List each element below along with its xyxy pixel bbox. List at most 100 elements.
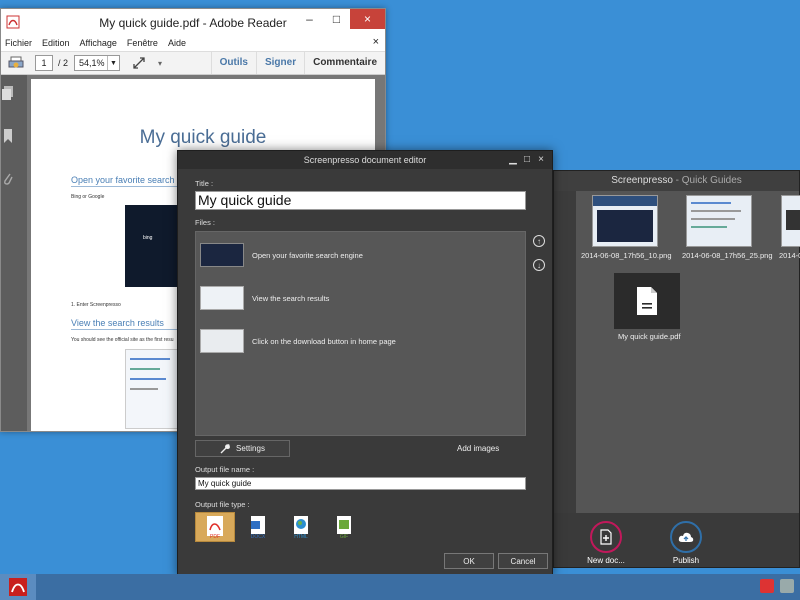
wrench-icon	[220, 443, 230, 453]
print-icon[interactable]	[7, 55, 25, 71]
pdf-caption: Bing or Google	[71, 194, 105, 200]
file-name: Open your favorite search engine	[252, 250, 363, 260]
thumbnail[interactable]	[686, 195, 752, 247]
cancel-button[interactable]: Cancel	[498, 553, 548, 569]
page-number-input[interactable]: 1	[35, 55, 53, 71]
minimize-button[interactable]: –	[296, 9, 323, 29]
files-label: Files :	[195, 218, 216, 227]
menu-fichier[interactable]: Fichier	[5, 38, 32, 48]
new-doc-action[interactable]: New doc...	[584, 521, 628, 565]
list-item[interactable]: View the search results	[200, 285, 520, 311]
reader-toolbar: 1 / 2 54,1% ▼ ▾ Outils Signer Commentair…	[1, 51, 385, 75]
move-down-icon[interactable]: ↓	[533, 259, 545, 271]
page-total: / 2	[58, 58, 69, 68]
pdf-file-label: My quick guide.pdf	[618, 332, 681, 341]
ok-button[interactable]: OK	[444, 553, 494, 569]
html-icon: HTML	[294, 516, 308, 539]
reader-side-panel	[1, 75, 27, 431]
list-item[interactable]: Click on the download button in home pag…	[200, 328, 520, 354]
comment-button[interactable]: Commentaire	[304, 52, 385, 74]
sign-button[interactable]: Signer	[255, 52, 304, 74]
docx-icon: DOCX	[251, 516, 266, 539]
thumbnail-label: 2014-0	[779, 251, 800, 260]
system-tray	[754, 579, 794, 593]
publish-label: Publish	[672, 556, 700, 565]
close-button[interactable]: ×	[350, 9, 385, 29]
new-doc-label: New doc...	[587, 556, 625, 565]
bookmark-icon[interactable]	[1, 128, 15, 144]
screenpresso-left-bar	[554, 191, 576, 513]
adobe-reader-icon	[9, 578, 27, 596]
pages-icon[interactable]	[1, 85, 15, 101]
cloud-upload-icon	[670, 521, 702, 553]
reader-menubar: Fichier Edition Affichage Fenêtre Aide ×	[1, 35, 385, 51]
output-type-picker: PDF DOCX HTML GIF	[195, 512, 367, 542]
pdf-file-icon	[637, 287, 657, 315]
tools-button[interactable]: Outils	[210, 52, 256, 74]
attachment-icon[interactable]	[1, 171, 15, 187]
pdf-file-tile[interactable]	[614, 273, 680, 329]
minimize-button[interactable]: ▁	[506, 151, 520, 169]
new-doc-icon	[590, 521, 622, 553]
svg-text:HTML: HTML	[294, 534, 308, 539]
screenpresso-titlebar: Screenpresso - Quick Guides	[554, 171, 799, 191]
publish-action[interactable]: Publish	[664, 521, 708, 565]
maximize-button[interactable]: □	[520, 151, 534, 169]
file-thumbnail	[200, 329, 244, 353]
pdf-screenshot-bing: bing	[125, 205, 185, 287]
thumbnail-label: 2014-06-08_17h56_10.png	[581, 251, 672, 260]
type-pdf-option[interactable]: PDF	[195, 512, 235, 542]
file-name: View the search results	[252, 293, 330, 303]
list-item[interactable]: Open your favorite search engine	[200, 242, 520, 268]
screenpresso-title: Screenpresso	[611, 175, 673, 186]
svg-text:DOCX: DOCX	[251, 534, 266, 539]
pdf-icon: PDF	[207, 516, 223, 539]
close-document-button[interactable]: ×	[373, 36, 379, 48]
taskbar-adobe-reader[interactable]	[0, 574, 36, 600]
type-docx-option[interactable]: DOCX	[238, 512, 278, 542]
add-images-button[interactable]: Add images	[457, 444, 499, 453]
gif-icon: GIF	[337, 516, 351, 539]
fit-page-icon[interactable]	[130, 55, 148, 71]
taskbar	[0, 574, 800, 600]
chevron-down-icon[interactable]: ▼	[107, 56, 119, 70]
editor-title: Screenpresso document editor	[303, 155, 427, 165]
pdf-screenshot-results	[125, 349, 185, 429]
move-up-icon[interactable]: ↑	[533, 235, 545, 247]
title-input[interactable]: My quick guide	[195, 191, 526, 210]
pdf-step-text: 1. Enter Screenpresso	[71, 302, 121, 308]
file-thumbnail	[200, 286, 244, 310]
maximize-button[interactable]: □	[323, 9, 350, 29]
settings-label: Settings	[236, 444, 265, 453]
type-html-option[interactable]: HTML	[281, 512, 321, 542]
menu-edition[interactable]: Edition	[42, 38, 70, 48]
document-editor-dialog: Screenpresso document editor ▁ □ × Title…	[177, 150, 553, 577]
output-type-label: Output file type :	[195, 500, 250, 509]
toolbar-overflow-icon[interactable]: ▾	[158, 59, 162, 68]
settings-button[interactable]: Settings	[195, 440, 290, 457]
file-thumbnail	[200, 243, 244, 267]
type-gif-option[interactable]: GIF	[324, 512, 364, 542]
menu-affichage[interactable]: Affichage	[80, 38, 117, 48]
title-separator: -	[672, 175, 682, 186]
menu-fenetre[interactable]: Fenêtre	[127, 38, 158, 48]
screenpresso-action-bar: New doc... Publish	[554, 513, 799, 567]
screenpresso-window: Screenpresso - Quick Guides 2014-06-08_1…	[553, 170, 800, 568]
menu-aide[interactable]: Aide	[168, 38, 186, 48]
svg-text:GIF: GIF	[340, 534, 348, 539]
zoom-select[interactable]: 54,1% ▼	[74, 55, 121, 71]
screenpresso-tray-icon[interactable]	[760, 579, 774, 593]
pdf-caption-2: You should see the official site as the …	[71, 337, 174, 343]
thumbnail-label: 2014-06-08_17h56_25.png	[682, 251, 773, 260]
thumbnail[interactable]	[781, 195, 800, 247]
pdf-document-title: My quick guide	[139, 127, 267, 148]
close-button[interactable]: ×	[534, 151, 548, 169]
screenpresso-subtitle: Quick Guides	[681, 175, 742, 186]
file-name: Click on the download button in home pag…	[252, 336, 396, 346]
tray-app-icon[interactable]	[780, 579, 794, 593]
output-name-label: Output file name :	[195, 465, 255, 474]
output-name-input[interactable]: My quick guide	[195, 477, 526, 490]
screenpresso-gallery[interactable]: 2014-06-08_17h56_10.png 2014-06-08_17h56…	[576, 191, 800, 513]
files-list[interactable]: Open your favorite search engine View th…	[195, 231, 526, 436]
thumbnail[interactable]	[592, 195, 658, 247]
